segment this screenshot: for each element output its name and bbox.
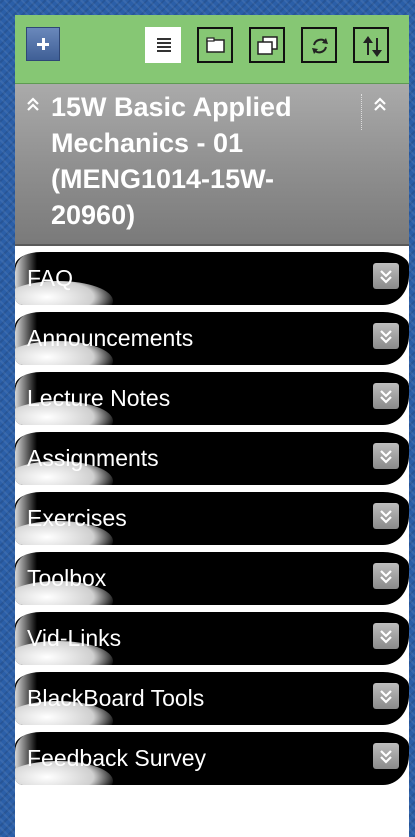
refresh-button[interactable] — [301, 27, 337, 63]
menu-item-feedback-survey[interactable]: Feedback Survey — [15, 732, 409, 785]
double-chevron-down-icon[interactable] — [373, 443, 399, 469]
window-icon — [257, 36, 278, 55]
course-title-line: 20960) — [51, 200, 136, 230]
double-chevron-down-icon[interactable] — [373, 683, 399, 709]
sort-arrows-icon — [363, 36, 382, 57]
list-icon — [157, 38, 171, 52]
menu-toolbar — [15, 15, 409, 84]
refresh-icon — [312, 38, 328, 54]
course-menu-panel: 15W Basic Applied Mechanics - 01 (MENG10… — [15, 15, 409, 837]
double-chevron-down-icon[interactable] — [373, 623, 399, 649]
menu-item-toolbox[interactable]: Toolbox — [15, 552, 409, 605]
list-view-button[interactable] — [145, 27, 181, 63]
course-title-line: Mechanics - 01 — [51, 128, 244, 158]
double-chevron-up-icon[interactable] — [25, 96, 41, 112]
double-chevron-down-icon[interactable] — [373, 383, 399, 409]
double-chevron-down-icon[interactable] — [373, 323, 399, 349]
menu-item-label: BlackBoard Tools — [27, 685, 205, 711]
menu-item-announcements[interactable]: Announcements — [15, 312, 409, 365]
menu-item-blackboard-tools[interactable]: BlackBoard Tools — [15, 672, 409, 725]
menu-item-label: Exercises — [27, 505, 127, 531]
menu-item-label: FAQ — [27, 265, 74, 291]
folder-view-button[interactable] — [197, 27, 233, 63]
menu-item-assignments[interactable]: Assignments — [15, 432, 409, 485]
window-view-button[interactable] — [249, 27, 285, 63]
menu-item-label: Assignments — [27, 445, 159, 471]
add-menu-item-button[interactable] — [26, 27, 60, 61]
menu-item-lecture-notes[interactable]: Lecture Notes — [15, 372, 409, 425]
header-divider — [361, 94, 362, 130]
collapse-menu-icon[interactable] — [372, 96, 388, 112]
double-chevron-down-icon[interactable] — [373, 743, 399, 769]
menu-item-label: Toolbox — [27, 565, 107, 591]
course-menu-list: FAQ Announcements Lecture Notes Assignme… — [15, 246, 409, 791]
menu-item-label: Lecture Notes — [27, 385, 171, 411]
folder-icon — [206, 37, 225, 53]
menu-item-label: Feedback Survey — [27, 745, 206, 771]
menu-item-exercises[interactable]: Exercises — [15, 492, 409, 545]
menu-item-faq[interactable]: FAQ — [15, 252, 409, 305]
menu-item-label: Announcements — [27, 325, 194, 351]
double-chevron-down-icon[interactable] — [373, 503, 399, 529]
course-title-line: 15W Basic Applied — [51, 92, 292, 122]
double-chevron-down-icon[interactable] — [373, 263, 399, 289]
course-title[interactable]: 15W Basic Applied Mechanics - 01 (MENG10… — [51, 89, 351, 233]
course-header: 15W Basic Applied Mechanics - 01 (MENG10… — [15, 84, 409, 246]
menu-item-vid-links[interactable]: Vid-Links — [15, 612, 409, 665]
menu-item-label: Vid-Links — [27, 625, 122, 651]
course-title-line: (MENG1014-15W- — [51, 164, 275, 194]
double-chevron-down-icon[interactable] — [373, 563, 399, 589]
reorder-button[interactable] — [353, 27, 389, 63]
